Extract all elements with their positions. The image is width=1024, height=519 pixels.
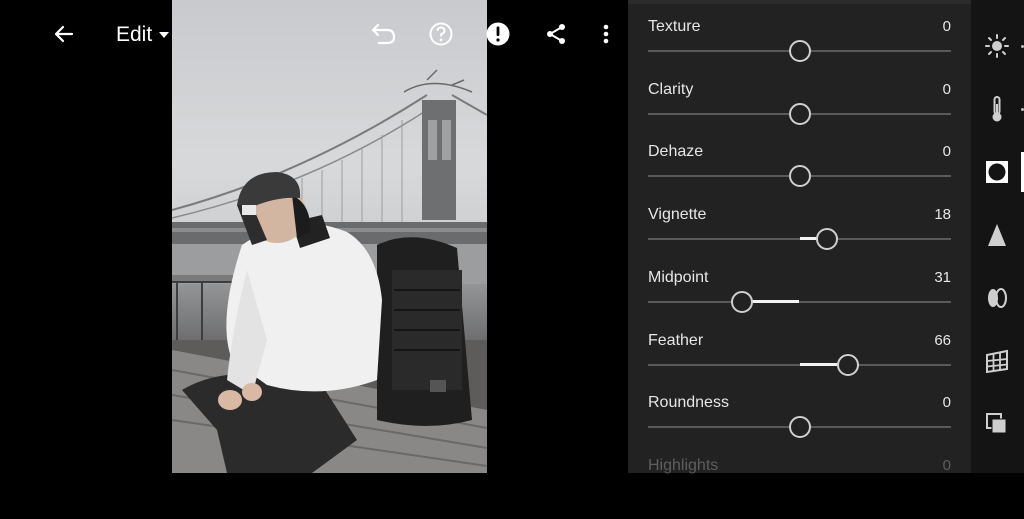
slider-label: Midpoint <box>648 268 709 286</box>
photo-image <box>172 69 487 473</box>
detail-triangle-icon <box>988 224 1006 246</box>
alert-icon <box>486 22 510 46</box>
roundness-slider-thumb[interactable] <box>788 416 811 439</box>
tool-sidebar <box>971 0 1024 473</box>
slider-label: Vignette <box>648 206 707 224</box>
midpoint-slider-fill <box>751 299 800 303</box>
texture-slider-track[interactable] <box>648 40 951 62</box>
optics-lens-icon <box>988 288 1007 308</box>
back-button[interactable] <box>48 18 80 50</box>
slider-value: 0 <box>942 80 951 98</box>
optics-tool-button[interactable] <box>981 282 1013 314</box>
vignette-slider-thumb[interactable] <box>815 228 838 251</box>
color-thermometer-icon <box>992 96 1002 122</box>
slider-row-texture: Texture 0 <box>628 18 971 80</box>
effects-panel: Texture 0 Clarity 0 Dehaze 0 Vignette 18 Midpoin… <box>628 0 971 474</box>
slider-row-vignette: Vignette 18 <box>628 206 971 268</box>
presets-tool-button[interactable] <box>981 408 1013 440</box>
midpoint-slider-thumb[interactable] <box>730 290 753 313</box>
help-button[interactable] <box>425 18 457 50</box>
panel-divider <box>628 0 971 4</box>
slider-row-clarity: Clarity 0 <box>628 81 971 143</box>
slider-label: Clarity <box>648 80 694 98</box>
texture-slider-thumb[interactable] <box>788 40 811 62</box>
undo-button[interactable] <box>366 18 400 50</box>
share-button[interactable] <box>540 18 572 50</box>
slider-row-feather: Feather 66 <box>628 332 971 394</box>
clarity-slider-track[interactable] <box>648 102 951 125</box>
feather-slider-track[interactable] <box>648 353 951 376</box>
geometry-grid-icon <box>986 349 1008 374</box>
slider-label: Dehaze <box>648 143 704 161</box>
vignette-slider-fill <box>799 237 817 241</box>
presets-layers-icon <box>986 413 1007 434</box>
slider-row-highlights: Highlights 0 <box>628 457 971 519</box>
photo-canvas[interactable] <box>172 0 487 473</box>
alert-button[interactable] <box>482 18 514 50</box>
slider-label: Highlights <box>648 456 719 474</box>
slider-value: 31 <box>934 268 951 286</box>
color-tool-button[interactable] <box>981 93 1013 125</box>
feather-slider-thumb[interactable] <box>836 353 859 376</box>
slider-row-roundness: Roundness 0 <box>628 394 971 456</box>
slider-value: 18 <box>934 206 951 224</box>
slider-label: Texture <box>648 18 701 35</box>
effects-vignette-icon <box>986 161 1008 183</box>
slider-label: Roundness <box>648 394 729 412</box>
slider-row-dehaze: Dehaze 0 <box>628 143 971 205</box>
dehaze-slider-thumb[interactable] <box>788 165 811 188</box>
slider-row-midpoint: Midpoint 31 <box>628 269 971 331</box>
edit-menu-dropdown[interactable]: Edit <box>116 20 170 50</box>
light-sun-icon <box>985 34 1009 58</box>
edit-menu-label: Edit <box>116 23 153 46</box>
midpoint-slider-track[interactable] <box>648 290 951 313</box>
geometry-tool-button[interactable] <box>981 345 1013 377</box>
detail-tool-button[interactable] <box>981 219 1013 251</box>
slider-label: Feather <box>648 331 704 349</box>
caret-down-icon <box>159 32 170 38</box>
clarity-slider-thumb[interactable] <box>788 102 811 125</box>
undo-icon <box>371 23 396 45</box>
slider-value: 0 <box>942 394 951 412</box>
dehaze-slider-track[interactable] <box>648 165 951 188</box>
back-arrow-icon <box>54 25 74 43</box>
share-icon <box>547 24 565 44</box>
slider-value: 0 <box>942 18 951 35</box>
help-icon <box>429 22 453 46</box>
slider-value: 0 <box>942 456 951 474</box>
more-vertical-icon <box>603 24 609 44</box>
slider-value: 66 <box>934 331 951 349</box>
effects-tool-button[interactable] <box>981 156 1013 188</box>
light-tool-button[interactable] <box>981 30 1013 62</box>
slider-value: 0 <box>942 143 951 161</box>
more-options-button[interactable] <box>590 18 622 50</box>
feather-slider-fill <box>799 362 838 366</box>
vignette-slider-track[interactable] <box>648 228 951 251</box>
roundness-slider-track[interactable] <box>648 416 951 439</box>
